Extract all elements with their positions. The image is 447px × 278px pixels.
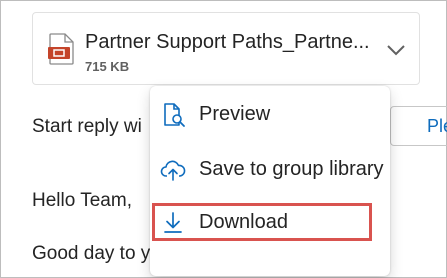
preview-icon	[164, 103, 185, 127]
menu-item-preview[interactable]: Preview	[150, 91, 390, 137]
reply-prompt-text: Start reply wi	[32, 116, 142, 137]
attachment-menu: Preview Save to group library Download	[150, 86, 390, 276]
menu-item-download[interactable]: Download	[150, 199, 390, 245]
attachment-file-size: 715 KB	[85, 59, 130, 74]
download-icon	[164, 212, 182, 233]
cloud-upload-icon	[160, 160, 186, 181]
greeting-text: Hello Team,	[32, 190, 132, 211]
please-button[interactable]: Plea	[390, 106, 447, 146]
attachment-card[interactable]: Partner Support Paths_Partne... 715 KB	[32, 12, 420, 85]
please-button-label: Plea	[427, 116, 447, 136]
attachment-file-name: Partner Support Paths_Partne...	[85, 31, 370, 53]
menu-item-save-to-group-library[interactable]: Save to group library	[150, 146, 390, 192]
menu-item-label: Preview	[199, 103, 271, 125]
chevron-down-icon[interactable]	[385, 42, 407, 58]
menu-item-label: Download	[199, 211, 288, 233]
menu-item-label: Save to group library	[199, 158, 384, 180]
pptx-file-icon	[48, 33, 74, 65]
